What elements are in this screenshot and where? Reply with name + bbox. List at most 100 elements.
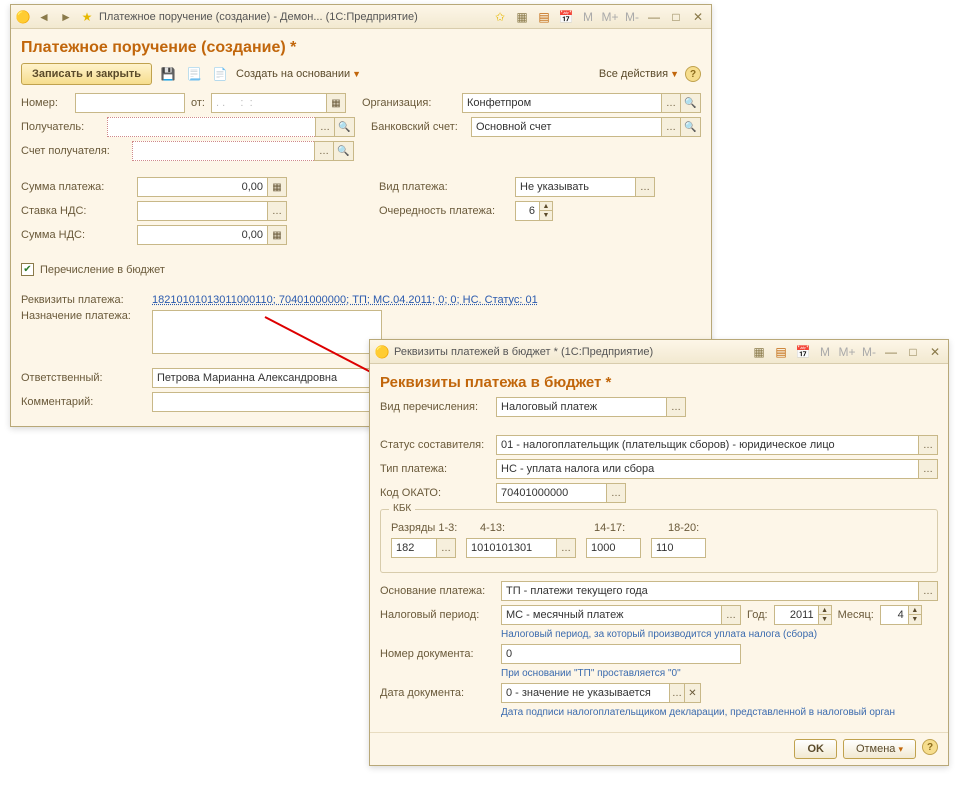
recipient-search-icon[interactable]: 🔍 <box>335 117 355 137</box>
recipient-input[interactable] <box>107 117 315 137</box>
m-minus-icon[interactable]: M- <box>860 344 878 360</box>
okato-input[interactable] <box>496 483 606 503</box>
month-spinner[interactable]: ▲▼ <box>908 605 922 625</box>
vat-rate-input[interactable] <box>137 201 267 221</box>
pay-sum-calc-icon[interactable]: ▦ <box>267 177 287 197</box>
m-plus-icon[interactable]: M+ <box>601 9 619 25</box>
all-actions-menu[interactable]: Все действия▼ <box>599 68 679 80</box>
maximize-icon[interactable]: □ <box>904 344 922 360</box>
org-input[interactable] <box>462 93 661 113</box>
kbk13-input[interactable] <box>391 538 436 558</box>
calc-icon[interactable]: ▤ <box>535 9 553 25</box>
pay-kind-select-icon[interactable]: … <box>635 177 655 197</box>
tax-period-hint: Налоговый период, за который производитс… <box>501 629 817 640</box>
comment-input[interactable] <box>152 392 382 412</box>
vat-sum-calc-icon[interactable]: ▦ <box>267 225 287 245</box>
bank-account-select-icon[interactable]: … <box>661 117 681 137</box>
doc-icon[interactable]: 📄 <box>210 64 230 84</box>
bank-account-label: Банковский счет: <box>371 121 465 133</box>
date-input[interactable] <box>211 93 326 113</box>
tax-period-label: Налоговый период: <box>380 609 495 621</box>
calendar-icon[interactable]: 📅 <box>557 9 575 25</box>
doc-date-clear-icon[interactable]: ✕ <box>685 683 701 703</box>
calendar-picker-icon[interactable]: ▦ <box>326 93 346 113</box>
window-title: Платежное поручение (создание) - Демон..… <box>99 11 418 23</box>
okato-select-icon[interactable]: … <box>606 483 626 503</box>
m-icon[interactable]: M <box>816 344 834 360</box>
titlebar[interactable]: 🟡 Реквизиты платежей в бюджет * (1С:Пред… <box>370 340 948 364</box>
grid-icon[interactable]: ▦ <box>513 9 531 25</box>
pay-priority-spinner[interactable]: ▲▼ <box>539 201 553 221</box>
transfer-kind-select-icon[interactable]: … <box>666 397 686 417</box>
recip-account-input[interactable] <box>132 141 314 161</box>
close-icon[interactable]: ✕ <box>926 344 944 360</box>
pay-kind-label: Вид платежа: <box>379 181 509 193</box>
doc-date-label: Дата документа: <box>380 687 495 699</box>
doc-date-input[interactable] <box>501 683 669 703</box>
bank-account-input[interactable] <box>471 117 661 137</box>
vat-rate-select-icon[interactable]: … <box>267 201 287 221</box>
help-icon[interactable]: ? <box>685 66 701 82</box>
m-minus-icon[interactable]: M- <box>623 9 641 25</box>
doc-number-input[interactable] <box>501 644 741 664</box>
bank-account-search-icon[interactable]: 🔍 <box>681 117 701 137</box>
number-label: Номер: <box>21 97 69 109</box>
create-based-menu[interactable]: Создать на основании▼ <box>236 68 361 80</box>
recip-account-select-icon[interactable]: … <box>314 141 334 161</box>
vat-sum-input[interactable] <box>137 225 267 245</box>
titlebar[interactable]: 🟡 ◄ ► ★ Платежное поручение (создание) -… <box>11 5 711 29</box>
minimize-icon[interactable]: — <box>882 344 900 360</box>
month-label: Месяц: <box>838 609 874 621</box>
nav-fwd-icon[interactable]: ► <box>57 9 75 25</box>
star-icon[interactable]: ★ <box>79 9 95 25</box>
nav-back-icon[interactable]: ◄ <box>35 9 53 25</box>
year-spinner[interactable]: ▲▼ <box>818 605 832 625</box>
org-select-icon[interactable]: … <box>661 93 681 113</box>
help-icon[interactable]: ? <box>922 739 938 755</box>
compiler-status-input[interactable] <box>496 435 918 455</box>
pay-details-link[interactable]: 18210101013011000110; 70401000000; ТП; М… <box>152 294 538 306</box>
month-input[interactable] <box>880 605 908 625</box>
pay-sum-input[interactable] <box>137 177 267 197</box>
tax-period-select-icon[interactable]: … <box>721 605 741 625</box>
pay-basis-select-icon[interactable]: … <box>918 581 938 601</box>
recip-account-search-icon[interactable]: 🔍 <box>334 141 354 161</box>
pay-kind-input[interactable] <box>515 177 635 197</box>
recip-account-label: Счет получателя: <box>21 145 126 157</box>
budget-transfer-checkbox[interactable]: ✔ <box>21 263 34 276</box>
pay-basis-input[interactable] <box>501 581 918 601</box>
fav-add-icon[interactable]: ✩ <box>491 9 509 25</box>
m-icon[interactable]: M <box>579 9 597 25</box>
kbk413-input[interactable] <box>466 538 556 558</box>
grid-icon[interactable]: ▦ <box>750 344 768 360</box>
kbk1820-input[interactable] <box>651 538 706 558</box>
kbk13-select-icon[interactable]: … <box>436 538 456 558</box>
pay-purpose-input[interactable] <box>152 310 382 354</box>
doc-date-select-icon[interactable]: … <box>669 683 685 703</box>
kbk1417-input[interactable] <box>586 538 641 558</box>
pay-priority-input[interactable] <box>515 201 539 221</box>
close-icon[interactable]: ✕ <box>689 9 707 25</box>
pay-type-input[interactable] <box>496 459 918 479</box>
tax-period-input[interactable] <box>501 605 721 625</box>
compiler-status-select-icon[interactable]: … <box>918 435 938 455</box>
pay-sum-label: Сумма платежа: <box>21 181 131 193</box>
kbk413-select-icon[interactable]: … <box>556 538 576 558</box>
year-input[interactable] <box>774 605 818 625</box>
cancel-button[interactable]: Отмена ▾ <box>843 739 916 759</box>
report-icon[interactable]: 📃 <box>184 64 204 84</box>
org-search-icon[interactable]: 🔍 <box>681 93 701 113</box>
transfer-kind-input[interactable] <box>496 397 666 417</box>
maximize-icon[interactable]: □ <box>667 9 685 25</box>
save-close-button[interactable]: Записать и закрыть <box>21 63 152 85</box>
calendar-icon[interactable]: 📅 <box>794 344 812 360</box>
pay-type-select-icon[interactable]: … <box>918 459 938 479</box>
number-input[interactable] <box>75 93 185 113</box>
calc-icon[interactable]: ▤ <box>772 344 790 360</box>
responsible-input[interactable] <box>152 368 382 388</box>
ok-button[interactable]: OK <box>794 739 837 759</box>
minimize-icon[interactable]: — <box>645 9 663 25</box>
save-icon[interactable]: 💾 <box>158 64 178 84</box>
m-plus-icon[interactable]: M+ <box>838 344 856 360</box>
recipient-select-icon[interactable]: … <box>315 117 335 137</box>
